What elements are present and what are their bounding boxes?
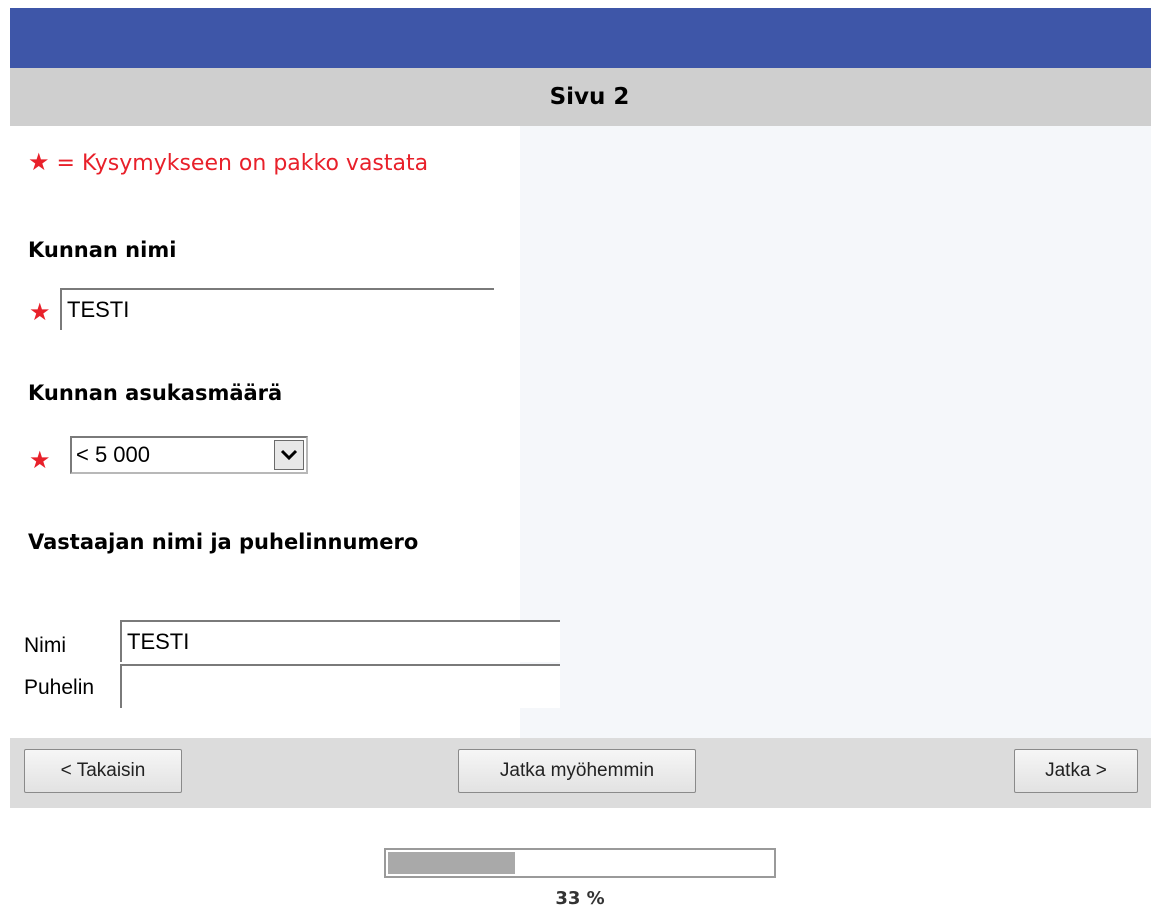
title-bar: Sivu 2: [10, 68, 1151, 126]
phone-field-label: Puhelin: [24, 676, 95, 699]
required-star-icon: ★: [29, 298, 51, 326]
respondent-name-input[interactable]: [120, 620, 560, 662]
chevron-down-icon[interactable]: [274, 440, 304, 470]
continue-later-button[interactable]: Jatka myöhemmin: [458, 749, 696, 793]
progress-label: 33 %: [555, 888, 605, 909]
population-select[interactable]: < 5 000: [70, 436, 308, 474]
required-star-icon: ★: [28, 148, 50, 176]
required-star-icon: ★: [29, 446, 51, 474]
municipality-name-input[interactable]: [60, 288, 494, 330]
progress-fill: [388, 852, 515, 874]
question-population-label: Kunnan asukasmäärä: [28, 381, 283, 405]
question-respondent-label: Vastaajan nimi ja puhelinnumero: [28, 530, 419, 554]
next-button[interactable]: Jatka >: [1014, 749, 1138, 793]
page-title: Sivu 2: [549, 84, 630, 110]
population-select-value: < 5 000: [76, 442, 151, 467]
name-field-label: Nimi: [24, 634, 66, 657]
progress-bar: [384, 848, 776, 878]
required-note-text: = Kysymykseen on pakko vastata: [56, 151, 429, 176]
required-note: ★ = Kysymykseen on pakko vastata: [28, 148, 428, 176]
survey-page: Sivu 2 ★ = Kysymykseen on pakko vastata …: [10, 8, 1151, 828]
form-content: ★ = Kysymykseen on pakko vastata Kunnan …: [10, 126, 1151, 738]
header-bar: [10, 8, 1151, 68]
back-button[interactable]: < Takaisin: [24, 749, 182, 793]
navigation-bar: < Takaisin Jatka myöhemmin Jatka >: [10, 738, 1151, 808]
question-municipality-label: Kunnan nimi: [28, 238, 177, 262]
respondent-phone-input[interactable]: [120, 664, 560, 708]
